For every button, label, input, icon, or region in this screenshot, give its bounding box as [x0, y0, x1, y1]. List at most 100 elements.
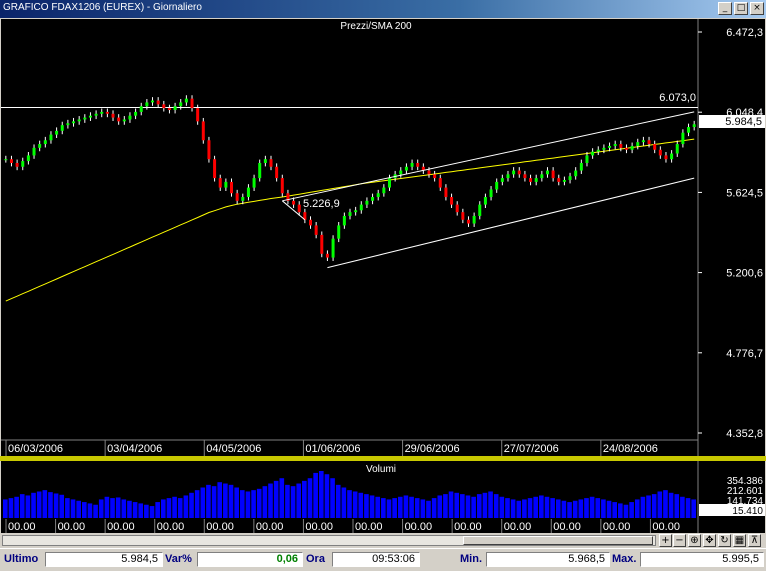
candle-body: [545, 170, 549, 175]
volume-bar: [601, 499, 606, 518]
candle-body: [49, 134, 53, 141]
price-tick-label: 4.352,8: [726, 428, 763, 440]
price-chart[interactable]: Prezzi/SMA 200 6.472,36.048,45.624,55.20…: [1, 19, 765, 456]
scrollbar-thumb[interactable]: [463, 536, 653, 545]
refresh-icon[interactable]: ↻: [718, 534, 731, 547]
volume-bar: [234, 487, 239, 518]
volume-bar: [414, 498, 420, 518]
zoom-out-button[interactable]: −: [673, 534, 686, 547]
candle-body: [309, 219, 313, 226]
candle-body: [416, 162, 420, 167]
candle-body: [66, 123, 70, 126]
candle-body: [557, 178, 561, 182]
volume-tick-label: 00.00: [107, 521, 135, 533]
candle-body: [540, 174, 544, 179]
candle-body: [83, 117, 87, 120]
candle-body: [523, 174, 527, 179]
candle-body: [190, 98, 194, 109]
horizontal-scrollbar[interactable]: [2, 535, 656, 546]
candle-body: [641, 140, 645, 143]
date-tick-label: 27/07/2006: [504, 443, 559, 455]
move-icon[interactable]: ✥: [703, 534, 716, 547]
candle-body: [675, 144, 679, 154]
candle-body: [122, 119, 126, 122]
date-ticks: 06/03/2006 03/04/2006 04/05/2006 01/06/2006…: [5, 440, 658, 456]
volume-bar: [567, 502, 572, 518]
volume-bar: [561, 500, 567, 518]
volume-bar: [369, 495, 375, 518]
volume-bar: [437, 495, 443, 518]
candle-body: [184, 98, 188, 103]
candle-body: [444, 187, 448, 198]
title-bar[interactable]: GRAFICO FDAX1206 (EUREX) - Giornaliero _…: [0, 0, 766, 18]
candle-body: [151, 100, 155, 103]
volume-time-ticks: 00.00 00.00 00.00 00.00 00.00 00.00 00.00 00.00…: [5, 519, 680, 533]
volume-bar: [680, 496, 685, 518]
candle-body: [382, 187, 386, 194]
volume-bar: [623, 504, 629, 518]
crosshair-icon[interactable]: ⊕: [688, 534, 701, 547]
date-tick-label: 29/06/2006: [405, 443, 460, 455]
candle-body: [325, 253, 329, 258]
ora-value: 09:53:06: [332, 552, 420, 567]
volume-bar: [313, 472, 318, 518]
volume-bar: [403, 495, 409, 518]
volume-bar: [527, 498, 533, 518]
candle-body: [26, 155, 30, 162]
volume-bar: [482, 492, 488, 518]
candle-body: [32, 147, 36, 156]
candle-body: [512, 170, 516, 175]
volume-bar: [290, 486, 296, 518]
candle-body: [534, 178, 538, 182]
candle-body: [574, 170, 578, 177]
volume-bar: [578, 499, 584, 518]
candle-body: [100, 111, 104, 114]
volume-bar: [420, 499, 426, 518]
candle-body: [399, 170, 403, 175]
price-chart-panel[interactable]: Prezzi/SMA 200 6.472,3 6.048,4 5.624,5 5.20…: [1, 19, 765, 456]
volume-bar: [149, 506, 155, 518]
volume-bar: [493, 494, 499, 518]
candle-body: [145, 102, 149, 107]
volume-tick-label: 00.00: [8, 521, 36, 533]
candle-body: [280, 178, 284, 194]
candle-body: [472, 215, 476, 224]
price-marks: [1, 95, 698, 302]
zoom-in-button[interactable]: +: [659, 534, 672, 547]
candle-body: [179, 102, 183, 107]
candle-body: [371, 197, 375, 201]
volume-bar: [460, 494, 465, 518]
volume-chart[interactable]: Volumi 354.386 212.601 141.734 15.410 00…: [1, 461, 765, 533]
volume-bar: [471, 496, 476, 518]
volume-bar: [206, 484, 211, 518]
volume-tick-label: 00.00: [305, 521, 333, 533]
volume-bar: [533, 496, 539, 518]
volume-bar: [59, 494, 65, 518]
candle-body: [128, 115, 132, 120]
volume-bar: [104, 496, 110, 518]
maximize-button[interactable]: □: [734, 2, 748, 15]
volume-bar: [31, 492, 36, 518]
volume-tick-label: 00.00: [603, 521, 631, 533]
candle-body: [478, 204, 482, 216]
volume-bar: [606, 500, 612, 518]
candle-body: [483, 197, 487, 205]
volume-bar: [87, 503, 93, 518]
volume-chart-panel[interactable]: Volumi 354.386 212.601 141.734 15.410 00…: [1, 461, 765, 533]
volume-bar: [347, 490, 352, 518]
candle-body: [201, 121, 205, 141]
volume-bar: [166, 498, 172, 518]
candle-body: [224, 181, 228, 188]
candle-body: [591, 151, 595, 156]
minimize-button[interactable]: _: [718, 2, 732, 15]
volume-bar: [381, 498, 386, 518]
volume-bar: [584, 498, 589, 518]
close-button[interactable]: ×: [750, 2, 764, 15]
grid-icon[interactable]: ▦: [733, 534, 746, 547]
candle-body: [359, 204, 363, 211]
volume-bar: [183, 495, 189, 518]
expand-icon[interactable]: ⊼: [748, 534, 761, 547]
volume-bar: [3, 499, 8, 518]
volume-tick-label: 00.00: [504, 521, 532, 533]
candle-body: [365, 200, 369, 205]
